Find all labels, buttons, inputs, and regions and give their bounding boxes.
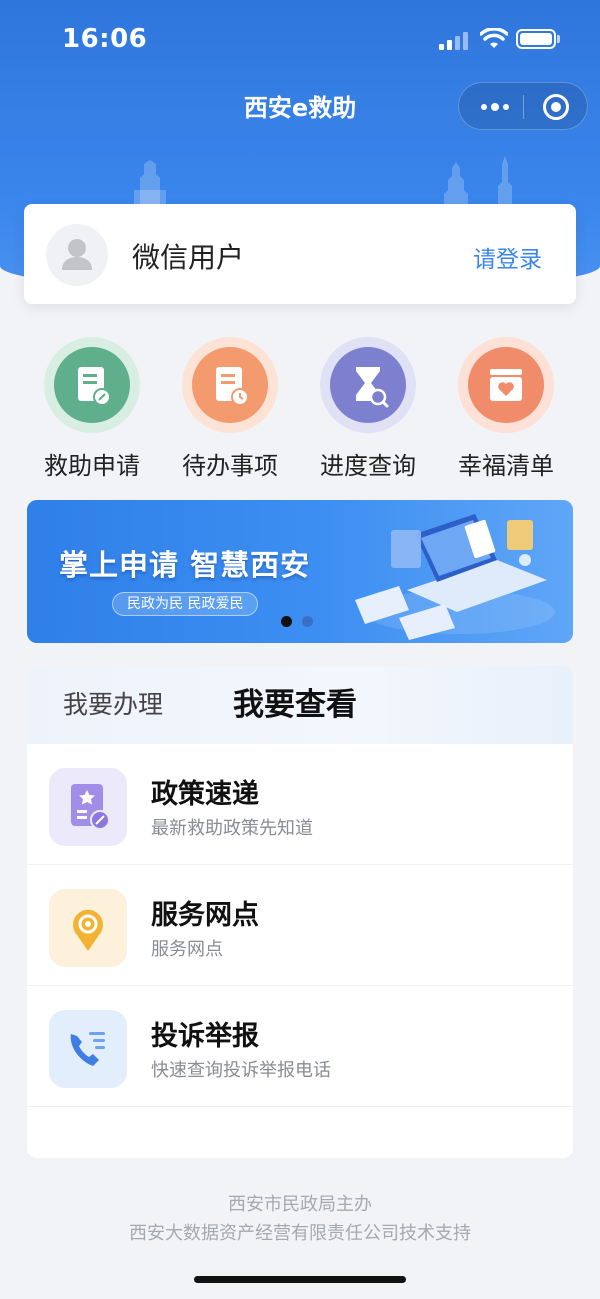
banner-title: 掌上申请 智慧西安 [59,548,311,582]
footer: 西安市民政局主办 西安大数据资产经营有限责任公司技术支持 [0,1190,600,1248]
battery-cap [557,35,560,43]
mini-program-capsule [458,82,588,130]
user-silhouette-icon [62,239,92,270]
login-link[interactable]: 请登录 [473,240,542,274]
banner-dot[interactable] [302,616,313,627]
quick-action-ring [182,337,278,433]
status-bar: 16:06 [0,0,600,80]
footer-tech-support: 西安大数据资产经营有限责任公司技术支持 [129,1223,471,1244]
list-item-service-points[interactable]: 服务网点 服务网点 [27,865,573,986]
avatar[interactable] [46,224,108,286]
quick-action-ring [320,337,416,433]
banner-dot-active[interactable] [281,616,292,627]
list-subtitle: 快速查询投诉举报电话 [151,1060,331,1081]
list-title: 服务网点 [151,900,259,931]
city-skyline-illustration [134,156,512,210]
status-time: 16:06 [62,24,148,54]
application-form-icon [54,347,130,423]
capsule-divider [523,95,524,119]
policy-document-icon [49,768,127,846]
cellular-signal-icon [439,30,471,50]
user-name: 微信用户 [132,241,245,274]
tabs-header: 我要办理 我要查看 [27,666,573,744]
quick-actions: 救助申请 待办事项 进度查询 幸福清单 [24,334,576,484]
phone-list-icon [49,1010,127,1088]
quick-action-apply[interactable]: 救助申请 [24,334,162,484]
hourglass-search-icon [330,347,406,423]
wifi-icon [480,28,508,48]
heart-box-icon [468,347,544,423]
quick-action-ring [44,337,140,433]
more-options-icon[interactable] [475,93,513,121]
todo-clock-icon [192,347,268,423]
footer-organizer: 西安市民政局主办 [228,1194,372,1215]
list-subtitle: 最新救助政策先知道 [151,818,313,839]
banner-pagination [281,616,321,628]
list-title: 政策速递 [151,779,259,810]
tab-view[interactable]: 我要查看 [233,666,357,744]
promo-banner[interactable]: 掌上申请 智慧西安 民政为民 民政爱民 [27,500,573,643]
battery-icon [516,29,556,49]
quick-action-ring [458,337,554,433]
quick-action-todo[interactable]: 待办事项 [162,334,300,484]
quick-action-progress[interactable]: 进度查询 [300,334,438,484]
home-indicator[interactable] [194,1276,406,1283]
quick-action-label: 救助申请 [44,452,140,480]
user-card: 微信用户 请登录 [24,204,576,304]
tab-handle[interactable]: 我要办理 [63,666,163,744]
quick-action-label: 幸福清单 [458,452,554,480]
list-item-policy[interactable]: 政策速递 最新救助政策先知道 [27,744,573,865]
list-subtitle: 服务网点 [151,939,223,960]
close-mini-program-icon[interactable] [543,94,569,120]
quick-action-label: 待办事项 [182,452,278,480]
quick-action-label: 进度查询 [320,452,416,480]
location-pin-icon [49,889,127,967]
services-card: 我要办理 我要查看 政策速递 最新救助政策先知道 服务网点 服务网点 投诉举报 … [27,666,573,1158]
laptop-illustration [355,514,555,640]
banner-tagline: 民政为民 民政爱民 [112,592,259,616]
list-item-complaints[interactable]: 投诉举报 快速查询投诉举报电话 [27,986,573,1107]
list-title: 投诉举报 [151,1021,259,1052]
quick-action-happiness[interactable]: 幸福清单 [438,334,576,484]
